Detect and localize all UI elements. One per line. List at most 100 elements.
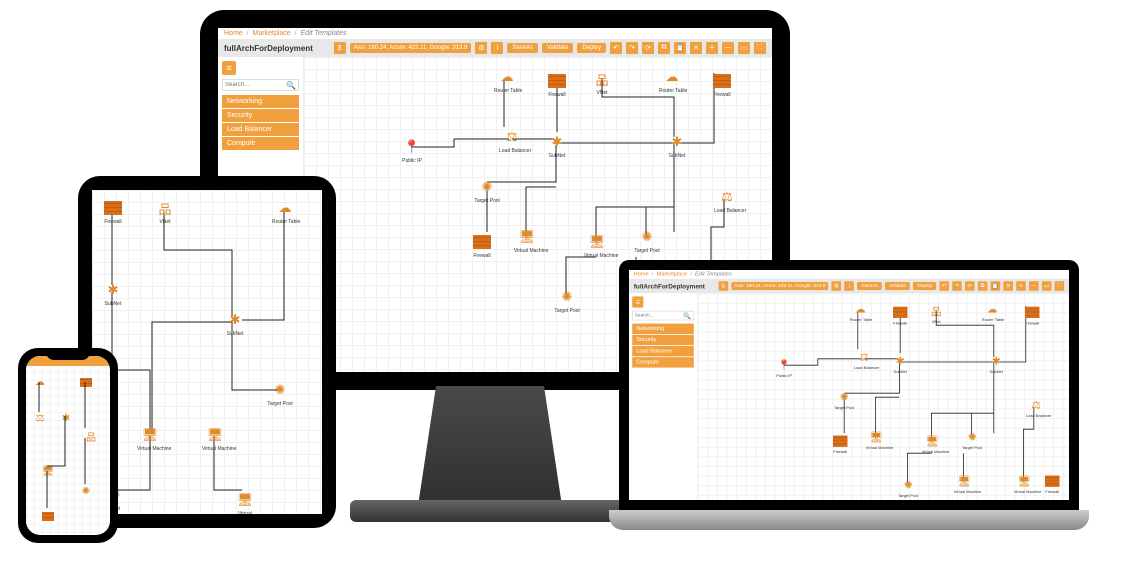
sidebar-item-compute[interactable]: Compute	[632, 357, 694, 367]
delete-icon[interactable]: ✕	[690, 42, 702, 54]
costs-icon[interactable]: $	[334, 42, 346, 54]
diagram-node[interactable]: ⚖Load Balancer	[499, 127, 525, 154]
diagram-node[interactable]: ⚖Load Balancer	[854, 349, 875, 371]
diagram-node[interactable]: 📍Public IP	[399, 137, 425, 164]
diagram-node[interactable]: ☁Router Table	[850, 301, 871, 323]
redo-icon[interactable]: ↷	[626, 42, 638, 54]
diagram-node[interactable]: 品VNet	[926, 303, 947, 325]
diagram-node[interactable]: 🖥Virtual Machine	[866, 429, 887, 451]
validate-button[interactable]: Validate	[542, 43, 573, 53]
zoom-out-icon[interactable]: －	[722, 42, 734, 54]
diagram-node[interactable]: ⚖Load Balancer	[1026, 397, 1047, 419]
search-icon[interactable]: 🔍	[682, 312, 693, 320]
zoom-in-icon[interactable]: ＋	[1016, 281, 1026, 291]
breadcrumb-home[interactable]: Home	[224, 30, 243, 37]
diagram-node[interactable]: ✱SubNet	[222, 310, 248, 337]
rotate-icon[interactable]: ⟳	[965, 281, 975, 291]
diagram-node[interactable]: 🖥Virtual Machine	[137, 425, 163, 452]
deploy-button[interactable]: Deploy	[913, 282, 936, 290]
zoom-in-icon[interactable]: ＋	[706, 42, 718, 54]
diagram-node[interactable]: Firewall	[1022, 304, 1043, 326]
diagram-node[interactable]: 🖥Virtual Machine	[514, 227, 540, 254]
diagram-node[interactable]: Firewall	[1042, 473, 1063, 495]
fit-icon[interactable]: ▭	[1042, 281, 1052, 291]
costs-icon[interactable]: $	[718, 281, 728, 291]
diagram-node[interactable]: Firewall	[709, 71, 735, 98]
diagram-node[interactable]: 🖥Virtual	[232, 490, 258, 514]
diagram-node[interactable]: ⚖Load Balancer	[714, 187, 740, 214]
diagram-node[interactable]: ✱SubNet	[890, 353, 911, 375]
save-as-button[interactable]: SaveAs	[507, 43, 538, 53]
diagram-node[interactable]: Firewall	[830, 433, 851, 455]
hamburger-icon[interactable]: ≡	[222, 61, 236, 75]
diagram-node[interactable]: ✺Target Pool	[962, 429, 983, 451]
diagram-node[interactable]: ✺Target Pool	[474, 177, 500, 204]
diagram-node[interactable]: 🖥Virtual Machine	[202, 425, 228, 452]
search-input[interactable]	[633, 312, 682, 320]
search-input[interactable]	[223, 80, 284, 90]
diagram-node[interactable]: 🖥Virtual Machine	[1014, 473, 1035, 495]
sidebar-item-networking[interactable]: Networking	[222, 95, 299, 108]
redo-icon[interactable]: ↷	[952, 281, 962, 291]
diagram-node[interactable]: 🖥Virtual Machine	[954, 473, 975, 495]
subnet-icon: ✱	[103, 280, 123, 300]
search-icon[interactable]: 🔍	[284, 80, 298, 90]
zoom-out-icon[interactable]: －	[1029, 281, 1039, 291]
sidebar-item-security[interactable]: Security	[632, 335, 694, 345]
breadcrumb-marketplace[interactable]: Marketplace	[657, 272, 688, 278]
deploy-button[interactable]: Deploy	[577, 43, 606, 53]
breadcrumb-home[interactable]: Home	[634, 272, 649, 278]
paste-icon[interactable]: 📋	[674, 42, 686, 54]
diagram-node[interactable]: Firewall	[544, 71, 570, 98]
fullscreen-icon[interactable]: ⛶	[1055, 281, 1065, 291]
hamburger-icon[interactable]: ≡	[632, 296, 643, 307]
diagram-node[interactable]: 品VNet	[589, 69, 615, 96]
sidebar-item-load-balancer[interactable]: Load Balancer	[632, 346, 694, 356]
diagram-node[interactable]: Firewall	[890, 304, 911, 326]
diagram-node[interactable]: ✱SubNet	[544, 132, 570, 159]
fullscreen-icon[interactable]: ⛶	[754, 42, 766, 54]
diagram-node[interactable]: 🖥Virtual Machine	[922, 433, 943, 455]
copy-icon[interactable]: ⧉	[978, 281, 988, 291]
gear-icon[interactable]: ⚙	[832, 281, 842, 291]
validate-button[interactable]: Validate	[885, 282, 910, 290]
fit-icon[interactable]: ▭	[738, 42, 750, 54]
virtual-machine-icon: 🖥	[868, 429, 884, 445]
diagram-node[interactable]: ✱SubNet	[664, 132, 690, 159]
router-table-icon: ☁	[662, 67, 682, 87]
diagram-node[interactable]: 品VNet	[152, 198, 178, 225]
diagram-node[interactable]: ☁Router Table	[659, 67, 685, 94]
info-icon[interactable]: i	[491, 42, 503, 54]
diagram-node[interactable]: ✺Target Pool	[554, 287, 580, 314]
breadcrumb-marketplace[interactable]: Marketplace	[253, 30, 291, 37]
undo-icon[interactable]: ↶	[610, 42, 622, 54]
sidebar-item-compute[interactable]: Compute	[222, 137, 299, 150]
diagram-node[interactable]: ☁Router Table	[272, 198, 298, 225]
sidebar-item-networking[interactable]: Networking	[632, 324, 694, 334]
diagram-node[interactable]: ✺Target Pool	[634, 227, 660, 254]
save-as-button[interactable]: SaveAs	[857, 282, 882, 290]
diagram-node[interactable]: ✱SubNet	[986, 353, 1007, 375]
diagram-node[interactable]: 🖥Virtual Machine	[584, 232, 610, 259]
sidebar-item-security[interactable]: Security	[222, 109, 299, 122]
diagram-node[interactable]: ☁Router Table	[982, 301, 1003, 323]
paste-icon[interactable]: 📋	[991, 281, 1001, 291]
diagram-node[interactable]: 📍Public IP	[774, 357, 795, 379]
delete-icon[interactable]: ✕	[1003, 281, 1013, 291]
diagram-node[interactable]: ✱SubNet	[100, 280, 126, 307]
diagram-canvas[interactable]: Firewall 品VNet ☁Router Table ✱SubNet ✱SubNet…	[92, 190, 322, 514]
sidebar-item-load-balancer[interactable]: Load Balancer	[222, 123, 299, 136]
diagram-node[interactable]: ✺Target Pool	[267, 380, 293, 407]
info-icon[interactable]: i	[845, 281, 855, 291]
diagram-node[interactable]: ☁Router Table	[494, 67, 520, 94]
diagram-node[interactable]: Firewall	[469, 232, 495, 259]
diagram-node[interactable]: Firewall	[100, 198, 126, 225]
diagram-node[interactable]: ✺Target Pool	[834, 389, 855, 411]
undo-icon[interactable]: ↶	[939, 281, 949, 291]
diagram-node[interactable]: ✺Target Pool	[898, 477, 919, 499]
diagram-canvas[interactable]: ☁ ⚖ ✱ 品 🖥 ✺	[26, 366, 110, 535]
gear-icon[interactable]: ⚙	[475, 42, 487, 54]
rotate-icon[interactable]: ⟳	[642, 42, 654, 54]
diagram-canvas[interactable]: ☁Router Table Firewall 品VNet ☁Router Table F…	[698, 293, 1069, 500]
copy-icon[interactable]: ⧉	[658, 42, 670, 54]
